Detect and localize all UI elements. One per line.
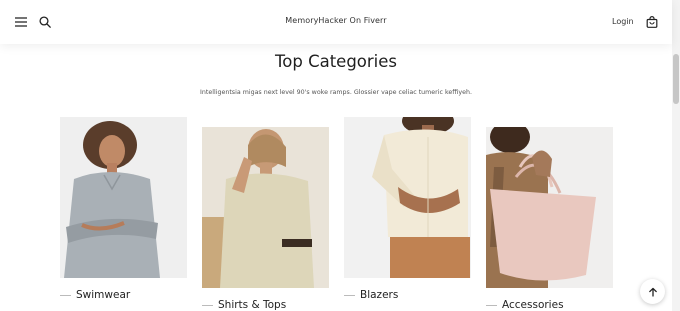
arrow-up-icon: [648, 282, 658, 301]
login-link[interactable]: Login: [612, 17, 634, 26]
category-image-shirts-tops[interactable]: [202, 127, 329, 288]
label-dash: [202, 304, 213, 306]
scroll-to-top-button[interactable]: [640, 279, 665, 304]
page-scrollbar[interactable]: [672, 0, 680, 311]
shopping-bag-icon[interactable]: [643, 13, 661, 31]
site-header: MemoryHacker On Fiverr Login: [0, 0, 672, 44]
brand-name[interactable]: MemoryHacker On Fiverr: [0, 16, 672, 25]
category-image-blazers[interactable]: [344, 117, 471, 278]
label-dash: [60, 294, 71, 296]
label-dash: [344, 294, 355, 296]
category-card-swimwear[interactable]: Swimwear: [60, 117, 187, 301]
section-title: Top Categories: [274, 52, 398, 71]
category-label[interactable]: Blazers: [360, 289, 398, 301]
category-label[interactable]: Swimwear: [76, 289, 130, 301]
category-card-shirts-tops[interactable]: Shirts & Tops: [202, 127, 329, 311]
section-subtitle: Intelligentsia migas next level 90's wok…: [200, 89, 472, 96]
category-label[interactable]: Accessories: [502, 299, 564, 311]
label-dash: [486, 304, 497, 306]
scrollbar-thumb[interactable]: [673, 54, 679, 104]
category-image-swimwear[interactable]: [60, 117, 187, 278]
category-image-accessories[interactable]: [486, 127, 613, 288]
category-card-accessories[interactable]: Accessories: [486, 127, 613, 311]
category-label[interactable]: Shirts & Tops: [218, 299, 286, 311]
category-card-blazers[interactable]: Blazers: [344, 117, 471, 301]
